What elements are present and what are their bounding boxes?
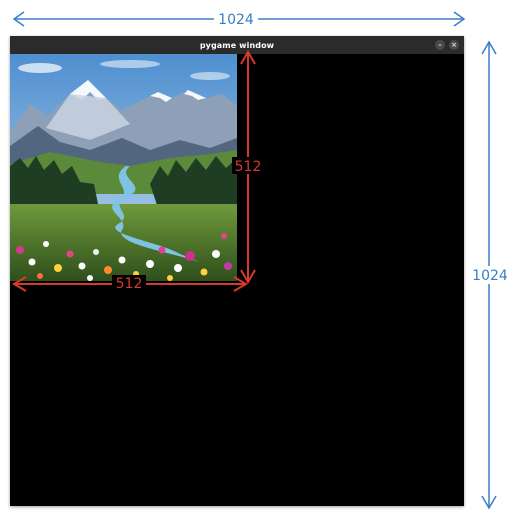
landscape-image bbox=[10, 54, 237, 281]
minimize-icon[interactable]: – bbox=[435, 40, 445, 50]
cloud bbox=[190, 72, 230, 80]
window-height-label: 1024 bbox=[472, 268, 508, 284]
window-titlebar[interactable]: pygame window – × bbox=[10, 36, 464, 54]
cloud bbox=[18, 63, 62, 73]
window-title: pygame window bbox=[199, 40, 275, 50]
cloud bbox=[100, 60, 160, 68]
window-width-arrow bbox=[12, 11, 466, 27]
window-height-arrow bbox=[481, 40, 497, 510]
close-icon[interactable]: × bbox=[449, 40, 459, 50]
pygame-window: pygame window – × bbox=[10, 36, 464, 506]
window-width-label: 1024 bbox=[218, 12, 254, 28]
pygame-canvas bbox=[10, 54, 464, 506]
